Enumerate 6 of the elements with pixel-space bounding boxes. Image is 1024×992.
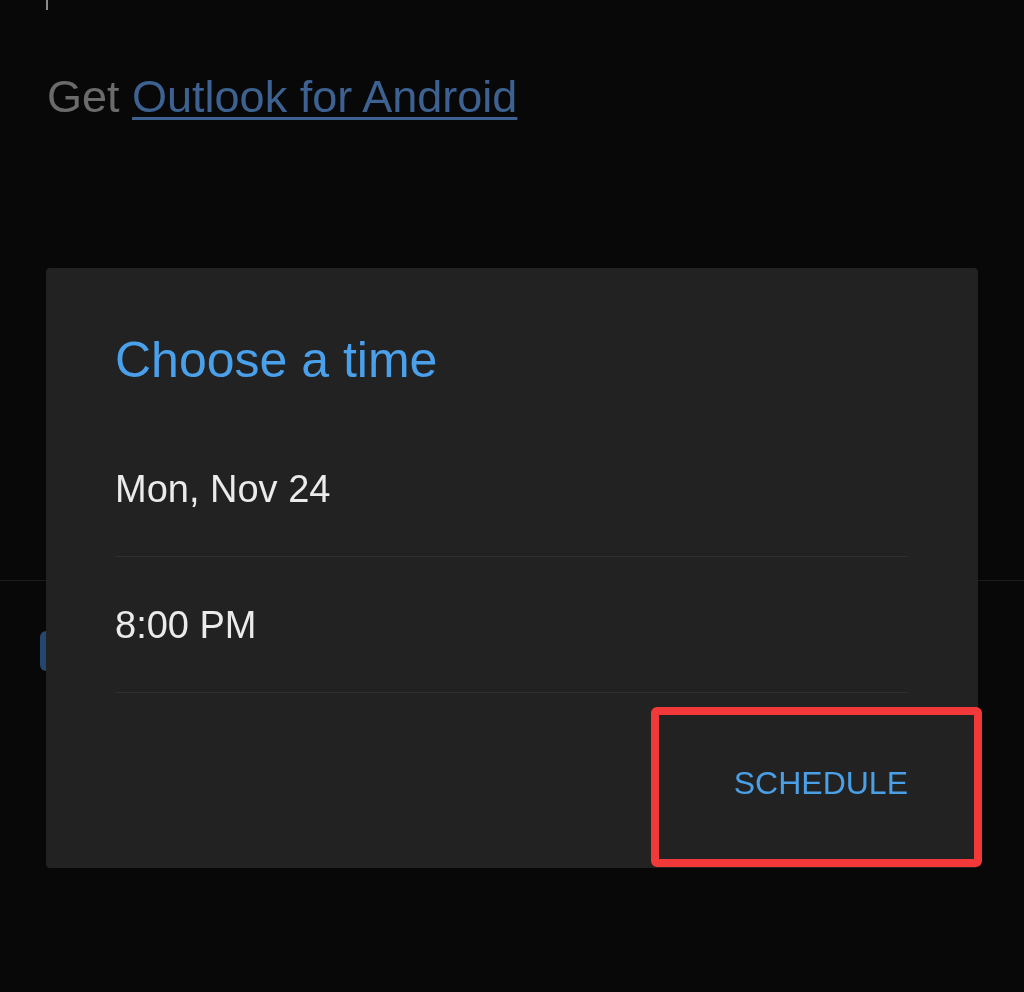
action-button[interactable]: SCHEDULE [709,751,932,815]
text-cursor [46,0,48,10]
dialog-title: Choose a time [115,331,438,390]
picker-row[interactable]: 8:00 PM [115,557,908,693]
signature-text: Get Outlook for Android [47,71,518,123]
picker-row[interactable]: Mon, Nov 24 [115,421,908,557]
